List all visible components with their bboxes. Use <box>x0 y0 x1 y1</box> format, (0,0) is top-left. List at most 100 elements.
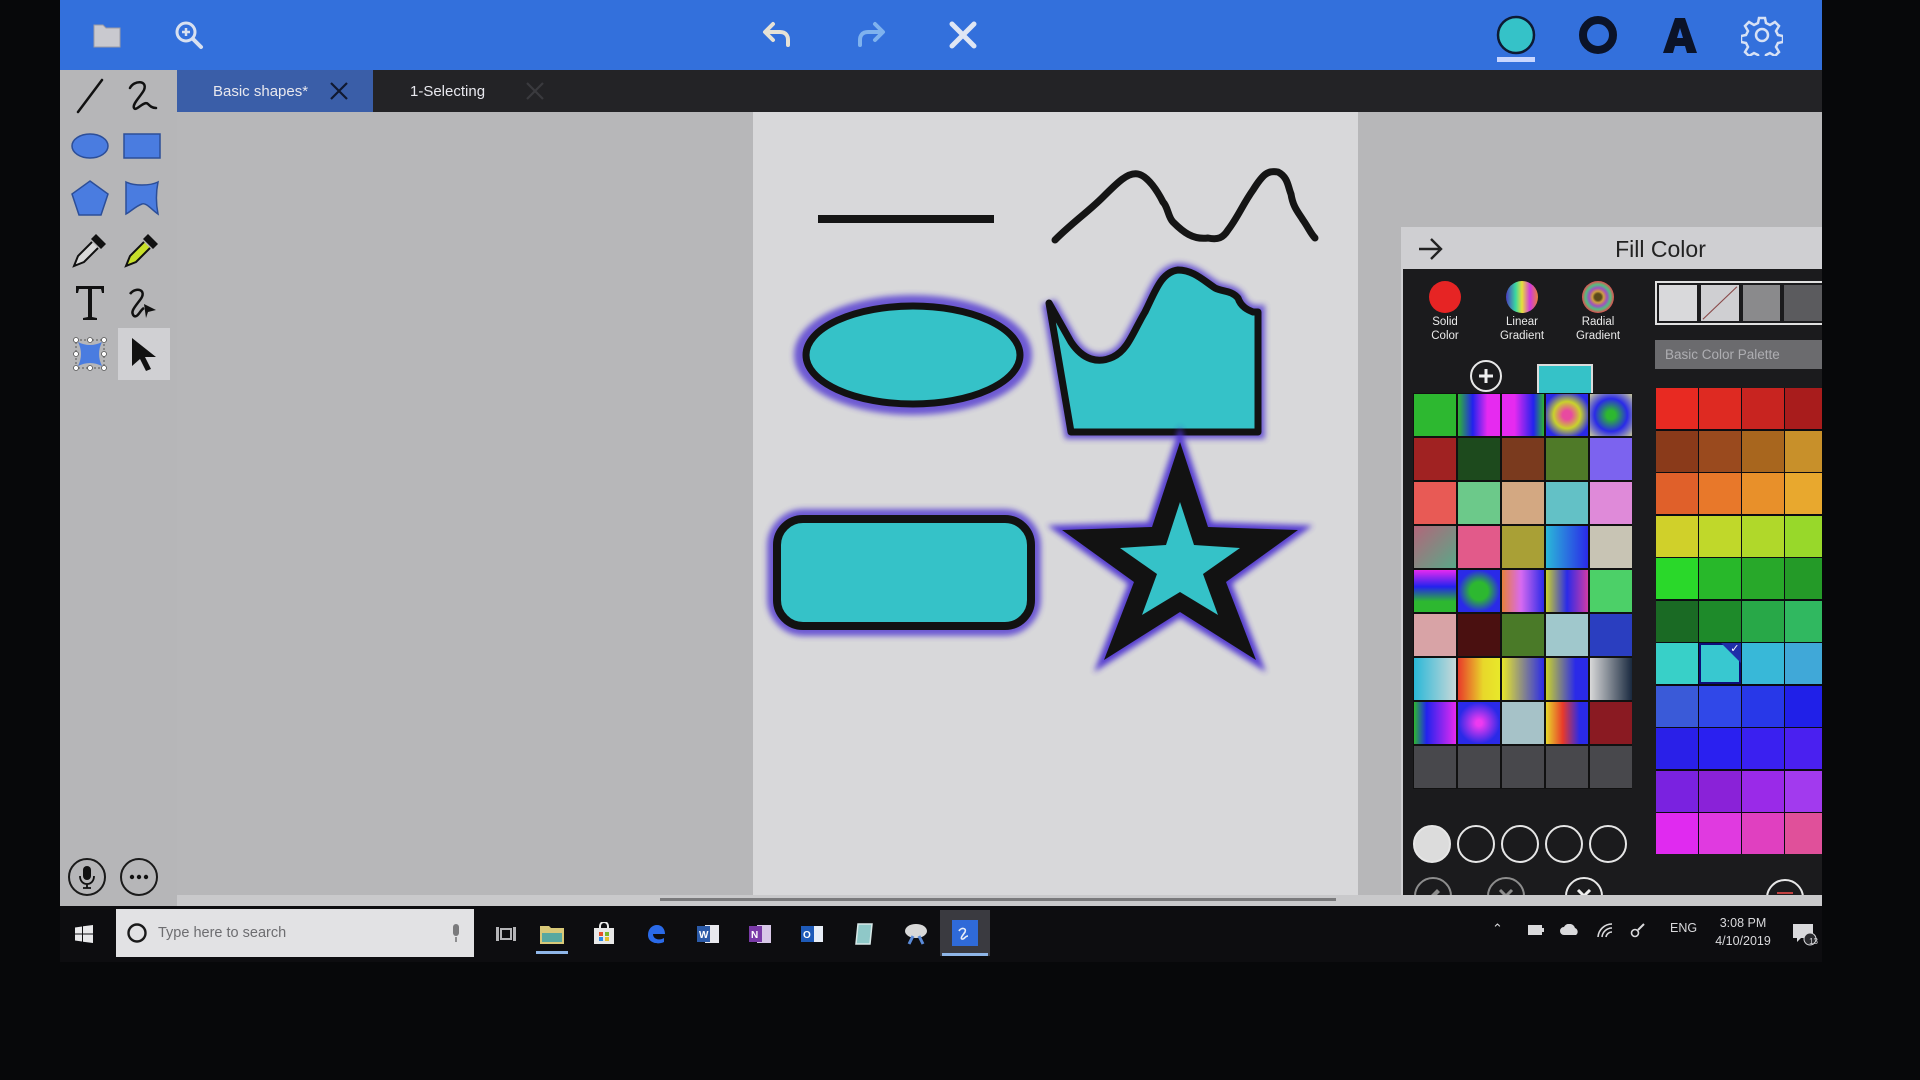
custom-swatch[interactable] <box>1502 438 1544 480</box>
dictation-button[interactable] <box>68 858 106 896</box>
custom-swatch[interactable] <box>1458 702 1500 744</box>
taskbar-search[interactable]: Type here to search <box>116 909 474 957</box>
custom-swatch[interactable] <box>1502 702 1544 744</box>
zoom-button[interactable] <box>166 12 212 58</box>
palette-swatch[interactable] <box>1699 430 1741 472</box>
stroke-color-picker-tool[interactable] <box>66 226 114 274</box>
custom-swatch[interactable] <box>1414 438 1456 480</box>
custom-swatch[interactable] <box>1546 482 1588 524</box>
custom-swatch[interactable] <box>1590 570 1632 612</box>
custom-swatch[interactable] <box>1414 394 1456 436</box>
palette-swatch[interactable] <box>1699 600 1741 642</box>
redo-button[interactable] <box>847 12 893 58</box>
scribble-shape[interactable] <box>1051 168 1319 244</box>
recent-color-slot[interactable] <box>1501 825 1539 863</box>
gray-swatch[interactable] <box>1740 283 1783 323</box>
custom-swatch[interactable] <box>1458 438 1500 480</box>
custom-swatch[interactable] <box>1414 614 1456 656</box>
more-options-button[interactable] <box>120 858 158 896</box>
custom-swatch[interactable] <box>1502 526 1544 568</box>
custom-swatch[interactable] <box>1502 746 1544 788</box>
custom-swatch[interactable] <box>1458 614 1500 656</box>
line-tool[interactable] <box>66 72 114 120</box>
clock[interactable]: 3:08 PM 4/10/2019 <box>1708 914 1778 950</box>
palette-swatch[interactable] <box>1656 515 1698 557</box>
recent-color-slot[interactable] <box>1589 825 1627 863</box>
palette-swatch[interactable] <box>1699 685 1741 727</box>
palette-swatch[interactable] <box>1656 473 1698 514</box>
custom-swatch[interactable] <box>1546 438 1588 480</box>
text-font-button[interactable] <box>1657 12 1703 58</box>
palette-swatch[interactable] <box>1656 728 1698 769</box>
custom-swatch[interactable] <box>1414 658 1456 700</box>
palette-swatch[interactable] <box>1656 388 1698 429</box>
custom-swatch[interactable] <box>1590 438 1632 480</box>
taskbar-outlook[interactable]: O <box>790 914 834 954</box>
palette-swatch[interactable] <box>1785 770 1822 812</box>
language-indicator[interactable]: ENG <box>1670 921 1697 935</box>
rounded-rectangle-shape[interactable] <box>773 515 1035 630</box>
palette-swatch[interactable] <box>1699 813 1741 854</box>
custom-swatch[interactable] <box>1458 394 1500 436</box>
start-button[interactable] <box>62 914 106 954</box>
custom-swatch[interactable] <box>1546 570 1588 612</box>
recent-color-slot[interactable] <box>1457 825 1495 863</box>
custom-swatch[interactable] <box>1502 482 1544 524</box>
palette-swatch[interactable] <box>1656 770 1698 812</box>
palette-swatch[interactable] <box>1742 558 1784 599</box>
polygon-tool[interactable] <box>66 174 114 222</box>
palette-swatch[interactable] <box>1699 388 1741 429</box>
custom-swatch[interactable] <box>1458 746 1500 788</box>
palette-swatch[interactable] <box>1742 813 1784 854</box>
taskbar-edge[interactable] <box>634 914 678 954</box>
custom-swatch[interactable] <box>1414 746 1456 788</box>
delete-button[interactable] <box>940 12 986 58</box>
palette-swatch[interactable] <box>1656 600 1698 642</box>
custom-swatch[interactable] <box>1414 526 1456 568</box>
custom-swatch[interactable] <box>1414 570 1456 612</box>
custom-swatch[interactable] <box>1502 658 1544 700</box>
palette-swatch[interactable] <box>1785 685 1822 727</box>
custom-swatch[interactable] <box>1546 702 1588 744</box>
palette-swatch[interactable] <box>1742 643 1784 684</box>
custom-swatch[interactable] <box>1546 614 1588 656</box>
solid-color-mode[interactable]: Solid Color <box>1410 281 1480 343</box>
palette-swatch[interactable] <box>1742 728 1784 769</box>
palette-swatch[interactable] <box>1785 813 1822 854</box>
ink-to-shape-tool[interactable] <box>118 278 166 326</box>
drawing-canvas[interactable] <box>753 112 1358 895</box>
custom-swatch[interactable] <box>1458 570 1500 612</box>
fill-color-button[interactable] <box>1493 12 1539 62</box>
custom-swatch[interactable] <box>1590 614 1632 656</box>
palette-swatch[interactable] <box>1699 558 1741 599</box>
custom-swatch[interactable] <box>1414 482 1456 524</box>
palette-swatch[interactable] <box>1699 473 1741 514</box>
palette-swatch[interactable] <box>1656 430 1698 472</box>
taskbar-word[interactable]: W <box>686 914 730 954</box>
custom-swatch[interactable] <box>1590 526 1632 568</box>
battery-icon[interactable] <box>1527 924 1545 936</box>
taskbar-onenote[interactable]: N <box>738 914 782 954</box>
custom-swatch[interactable] <box>1546 746 1588 788</box>
palette-dropdown[interactable]: Basic Color Palette ⌄ <box>1655 340 1822 369</box>
palette-swatch[interactable] <box>1699 770 1741 812</box>
palette-swatch[interactable] <box>1785 388 1822 429</box>
palette-swatch[interactable] <box>1785 430 1822 472</box>
microphone-icon[interactable] <box>450 923 462 943</box>
recent-color-slot[interactable] <box>1413 825 1451 863</box>
custom-swatch[interactable] <box>1414 702 1456 744</box>
radial-gradient-mode[interactable]: Radial Gradient <box>1563 281 1633 343</box>
taskbar-store[interactable] <box>582 914 626 954</box>
freeform-shape-tool[interactable] <box>118 174 166 222</box>
palette-swatch[interactable] <box>1742 388 1784 429</box>
custom-swatch[interactable] <box>1502 614 1544 656</box>
taskbar-drawing-app[interactable] <box>940 910 990 956</box>
freehand-tool[interactable] <box>118 72 166 120</box>
tab-basic-shapes[interactable]: Basic shapes* <box>177 70 373 112</box>
close-tab-icon[interactable] <box>523 79 547 103</box>
lasso-select-tool[interactable] <box>66 330 114 378</box>
custom-swatch[interactable] <box>1590 702 1632 744</box>
close-tab-icon[interactable] <box>327 79 351 103</box>
horizontal-scrollbar[interactable] <box>177 895 1822 906</box>
palette-swatch-selected[interactable]: ✓ <box>1699 643 1741 684</box>
